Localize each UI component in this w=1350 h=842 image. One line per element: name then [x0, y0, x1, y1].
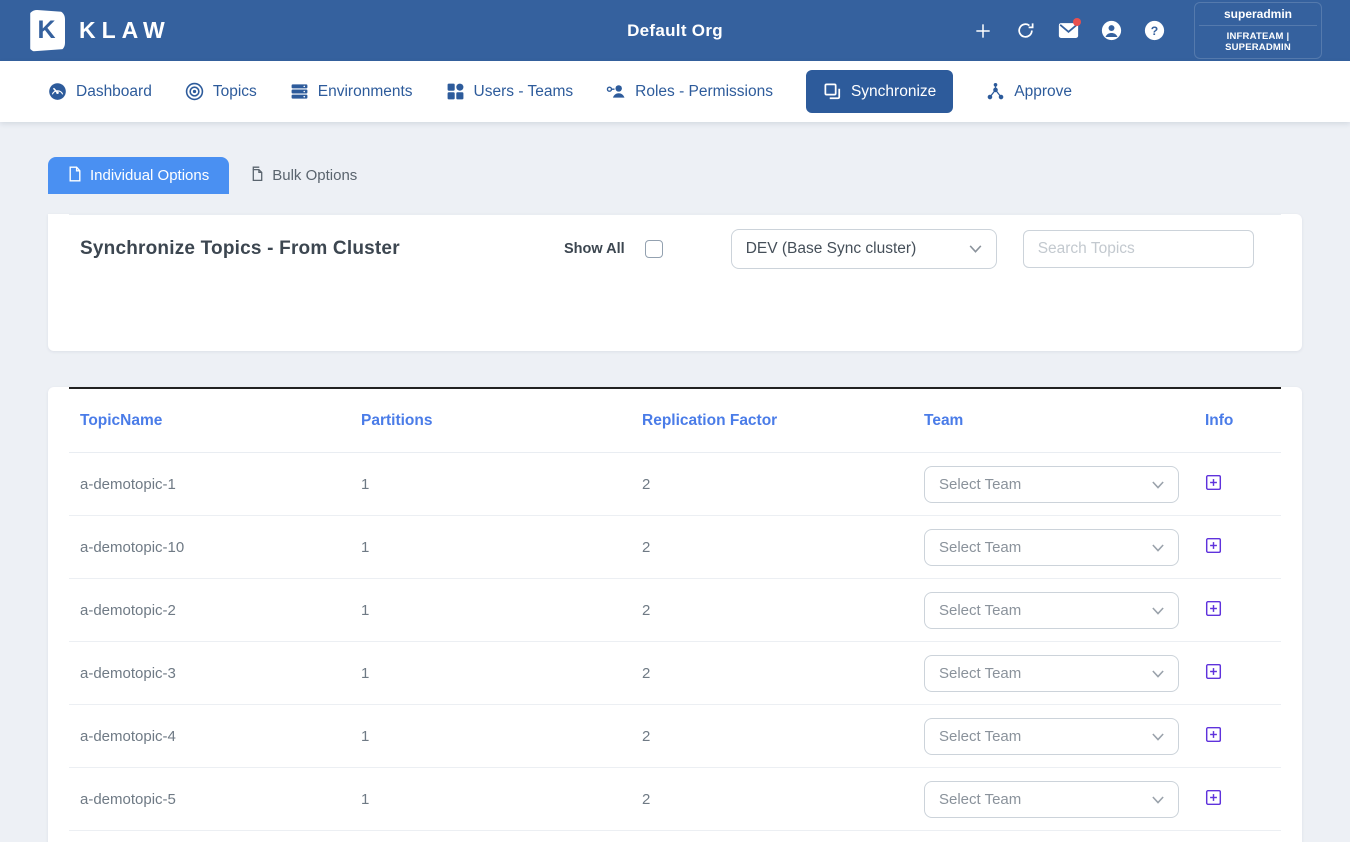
main-nav: Dashboard Topics Environments	[0, 61, 1350, 122]
brand-name: KLAW	[79, 17, 171, 44]
topics-icon	[185, 82, 204, 101]
cluster-select[interactable]: DEV (Base Sync cluster)	[731, 229, 997, 269]
replication-factor-value: 2	[631, 728, 913, 745]
svg-text:?: ?	[1151, 24, 1158, 38]
chevron-down-icon	[1152, 665, 1164, 682]
table-row: a-demotopic-4 1 2 Select Team	[69, 705, 1281, 768]
chevron-down-icon	[1152, 476, 1164, 493]
search-topics-input[interactable]	[1023, 230, 1254, 268]
add-box-icon[interactable]	[1205, 726, 1222, 743]
table-row: a-demotopic-3 1 2 Select Team	[69, 642, 1281, 705]
nav-item-environments[interactable]: Environments	[290, 82, 413, 101]
add-box-icon[interactable]	[1205, 600, 1222, 617]
environments-icon	[290, 82, 309, 101]
chevron-down-icon	[1152, 602, 1164, 619]
show-all-checkbox[interactable]	[645, 240, 663, 258]
documents-icon	[249, 166, 264, 186]
tab-individual-options[interactable]: Individual Options	[48, 157, 229, 194]
team-select[interactable]: Select Team	[924, 781, 1179, 818]
mail-notification-dot	[1073, 18, 1081, 26]
approve-icon	[986, 82, 1005, 101]
user-team-role: INFRATEAM | SUPERADMIN	[1199, 25, 1317, 53]
nav-item-synchronize[interactable]: Synchronize	[806, 70, 953, 113]
replication-factor-value: 2	[631, 602, 913, 619]
team-select[interactable]: Select Team	[924, 718, 1179, 755]
options-tabs: Individual Options Bulk Options	[48, 157, 1302, 194]
page-content: Individual Options Bulk Options Synchron…	[0, 122, 1350, 842]
plus-icon[interactable]	[961, 21, 1004, 41]
top-bar: K KLAW Default Org	[0, 0, 1350, 61]
show-all-label: Show All	[564, 241, 625, 257]
chevron-down-icon	[1152, 728, 1164, 745]
column-header-replication-factor: Replication Factor	[631, 412, 913, 430]
column-header-info: Info	[1194, 412, 1277, 430]
column-header-team: Team	[913, 412, 1194, 430]
refresh-icon[interactable]	[1004, 21, 1047, 40]
column-header-topicname: TopicName	[69, 412, 350, 430]
team-select[interactable]: Select Team	[924, 655, 1179, 692]
replication-factor-value: 2	[631, 476, 913, 493]
roles-permissions-icon	[606, 82, 626, 101]
synchronize-icon	[823, 82, 842, 101]
team-select[interactable]: Select Team	[924, 592, 1179, 629]
username: superadmin	[1199, 7, 1317, 25]
replication-factor-value: 2	[631, 791, 913, 808]
users-teams-icon	[446, 82, 465, 101]
topic-name: a-demotopic-5	[69, 791, 350, 808]
nav-item-dashboard[interactable]: Dashboard	[48, 82, 152, 101]
topic-name: a-demotopic-1	[69, 476, 350, 493]
chevron-down-icon	[1152, 539, 1164, 556]
replication-factor-value: 2	[631, 665, 913, 682]
table-row: a-demotopic-5 1 2 Select Team	[69, 768, 1281, 831]
topic-name: a-demotopic-3	[69, 665, 350, 682]
partitions-value: 1	[350, 602, 631, 619]
partitions-value: 1	[350, 728, 631, 745]
topic-name: a-demotopic-10	[69, 539, 350, 556]
team-select[interactable]: Select Team	[924, 466, 1179, 503]
nav-item-users-teams[interactable]: Users - Teams	[446, 82, 574, 101]
partitions-value: 1	[350, 791, 631, 808]
help-icon[interactable]: ?	[1133, 20, 1176, 41]
add-box-icon[interactable]	[1205, 663, 1222, 680]
partitions-value: 1	[350, 476, 631, 493]
user-menu[interactable]: superadmin INFRATEAM | SUPERADMIN	[1194, 2, 1322, 59]
topics-table: TopicName Partitions Replication Factor …	[69, 387, 1281, 831]
nav-item-topics[interactable]: Topics	[185, 82, 257, 101]
brand[interactable]: K KLAW	[28, 10, 171, 52]
chevron-down-icon	[1152, 791, 1164, 808]
table-row: a-demotopic-2 1 2 Select Team	[69, 579, 1281, 642]
add-box-icon[interactable]	[1205, 537, 1222, 554]
topbar-actions: ? superadmin INFRATEAM | SUPERADMIN	[961, 2, 1322, 59]
nav-item-roles-permissions[interactable]: Roles - Permissions	[606, 82, 773, 101]
sync-options-panel: Synchronize Topics - From Cluster Show A…	[48, 214, 1302, 351]
page-title: Synchronize Topics - From Cluster	[80, 238, 550, 260]
klaw-logo-icon: K	[28, 10, 65, 52]
replication-factor-value: 2	[631, 539, 913, 556]
table-header-row: TopicName Partitions Replication Factor …	[69, 389, 1281, 453]
add-box-icon[interactable]	[1205, 474, 1222, 491]
document-icon	[68, 166, 82, 186]
org-title: Default Org	[627, 21, 723, 41]
show-all-group: Show All	[564, 240, 663, 258]
partitions-value: 1	[350, 539, 631, 556]
topics-table-card: TopicName Partitions Replication Factor …	[48, 387, 1302, 842]
mail-icon[interactable]	[1047, 22, 1090, 39]
table-row: a-demotopic-10 1 2 Select Team	[69, 516, 1281, 579]
topic-name: a-demotopic-4	[69, 728, 350, 745]
nav-item-approve[interactable]: Approve	[986, 82, 1072, 101]
table-row: a-demotopic-1 1 2 Select Team	[69, 453, 1281, 516]
user-icon[interactable]	[1090, 20, 1133, 41]
column-header-partitions: Partitions	[350, 412, 631, 430]
partitions-value: 1	[350, 665, 631, 682]
cluster-select-value: DEV (Base Sync cluster)	[746, 240, 917, 258]
team-select[interactable]: Select Team	[924, 529, 1179, 566]
topic-name: a-demotopic-2	[69, 602, 350, 619]
tab-bulk-options[interactable]: Bulk Options	[229, 157, 377, 194]
add-box-icon[interactable]	[1205, 789, 1222, 806]
chevron-down-icon	[969, 240, 982, 258]
dashboard-icon	[48, 82, 67, 101]
